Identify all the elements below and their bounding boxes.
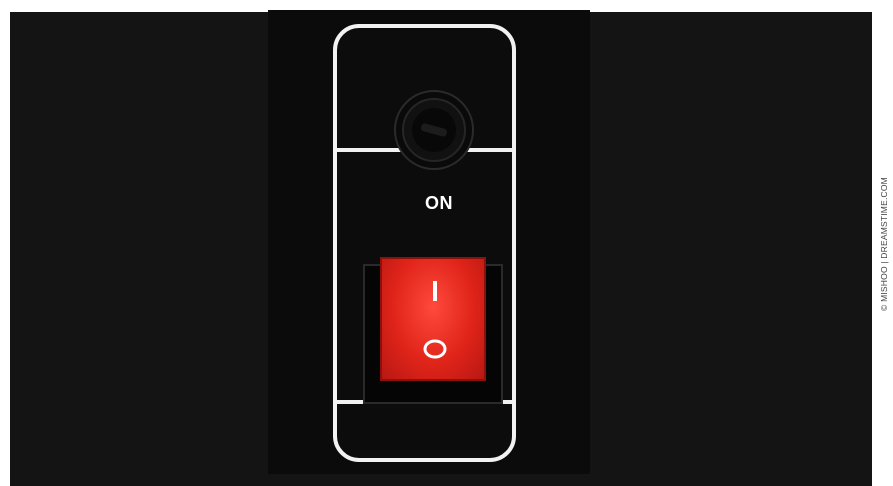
watermark: © MISHOO | DREAMSTIME.COM [876, 14, 892, 474]
key-lock-icon[interactable] [393, 89, 475, 171]
rocker-switch[interactable] [380, 257, 486, 381]
watermark-text: © MISHOO | DREAMSTIME.COM [879, 177, 889, 311]
on-mark-icon [433, 281, 437, 301]
switch-on-label: ON [425, 193, 453, 213]
off-mark-icon [423, 339, 447, 359]
